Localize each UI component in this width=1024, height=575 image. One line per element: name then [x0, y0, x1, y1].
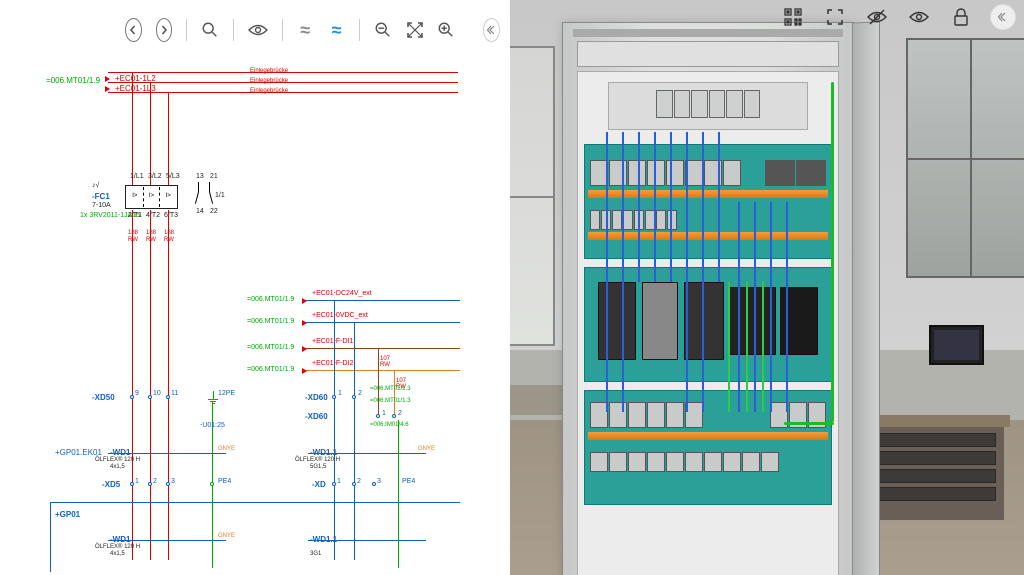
cabinet-door	[852, 22, 880, 575]
cable-route	[831, 82, 834, 422]
control-cabinet[interactable]	[562, 22, 854, 575]
group-tag: +GP01	[55, 510, 80, 519]
zoom-out-icon[interactable]	[374, 17, 392, 43]
contactor-row	[590, 160, 826, 186]
bridge-label: Einlegebrücke	[250, 88, 288, 94]
lock-icon[interactable]	[948, 4, 974, 30]
schematic-canvas[interactable]: =006.MT01/1.9 +EC01-1L2 +EC01-1L3 Einleg…	[0, 60, 510, 575]
plc-cpu	[684, 282, 724, 360]
prev-page-button[interactable]	[125, 18, 142, 42]
eye-on-icon[interactable]	[906, 4, 932, 30]
fullscreen-icon[interactable]	[822, 4, 848, 30]
component-tag: -FC1	[92, 192, 110, 201]
term-label: 3/L2	[148, 173, 162, 180]
term-label: 13	[196, 173, 204, 180]
term-label: 5/L3	[166, 173, 180, 180]
search-icon[interactable]	[201, 17, 219, 43]
workshop-monitor	[929, 325, 984, 365]
workshop-window	[906, 38, 1024, 278]
range-label: 7-10A	[92, 202, 111, 209]
qr-code-icon[interactable]	[780, 4, 806, 30]
wave-active-icon[interactable]: ≈	[328, 17, 345, 43]
breaker-row	[656, 90, 760, 118]
3d-view-panel[interactable]	[510, 0, 1024, 575]
drive-2	[642, 282, 678, 360]
eye-off-icon[interactable]	[864, 4, 890, 30]
3d-toolbar	[780, 4, 1016, 30]
zoom-in-icon[interactable]	[437, 17, 455, 43]
eye-icon[interactable]	[248, 17, 268, 43]
terminal-tag: -XD50	[92, 393, 115, 402]
io-module	[728, 287, 776, 355]
collapse-right-button[interactable]	[990, 4, 1016, 30]
wave-inactive-icon[interactable]: ≈	[296, 17, 313, 43]
term-label: 1/L1	[130, 173, 144, 180]
ref-label: =006.MT01/1.9	[46, 76, 100, 85]
collapse-left-button[interactable]	[483, 18, 500, 42]
next-page-button[interactable]	[156, 18, 173, 42]
drive-1	[598, 282, 636, 360]
schematic-panel: ≈ ≈ ⋯	[0, 0, 510, 575]
schematic-toolbar: ≈ ≈	[0, 0, 510, 60]
term-label: 21	[210, 173, 218, 180]
bridge-label: Einlegebrücke	[250, 78, 288, 84]
workshop-window	[510, 46, 555, 346]
cable-group: +GP01.EK01	[55, 448, 102, 457]
fit-screen-icon[interactable]	[406, 17, 423, 43]
bridge-label: Einlegebrücke	[250, 68, 288, 74]
terminal-tag: -XD60	[305, 393, 328, 402]
